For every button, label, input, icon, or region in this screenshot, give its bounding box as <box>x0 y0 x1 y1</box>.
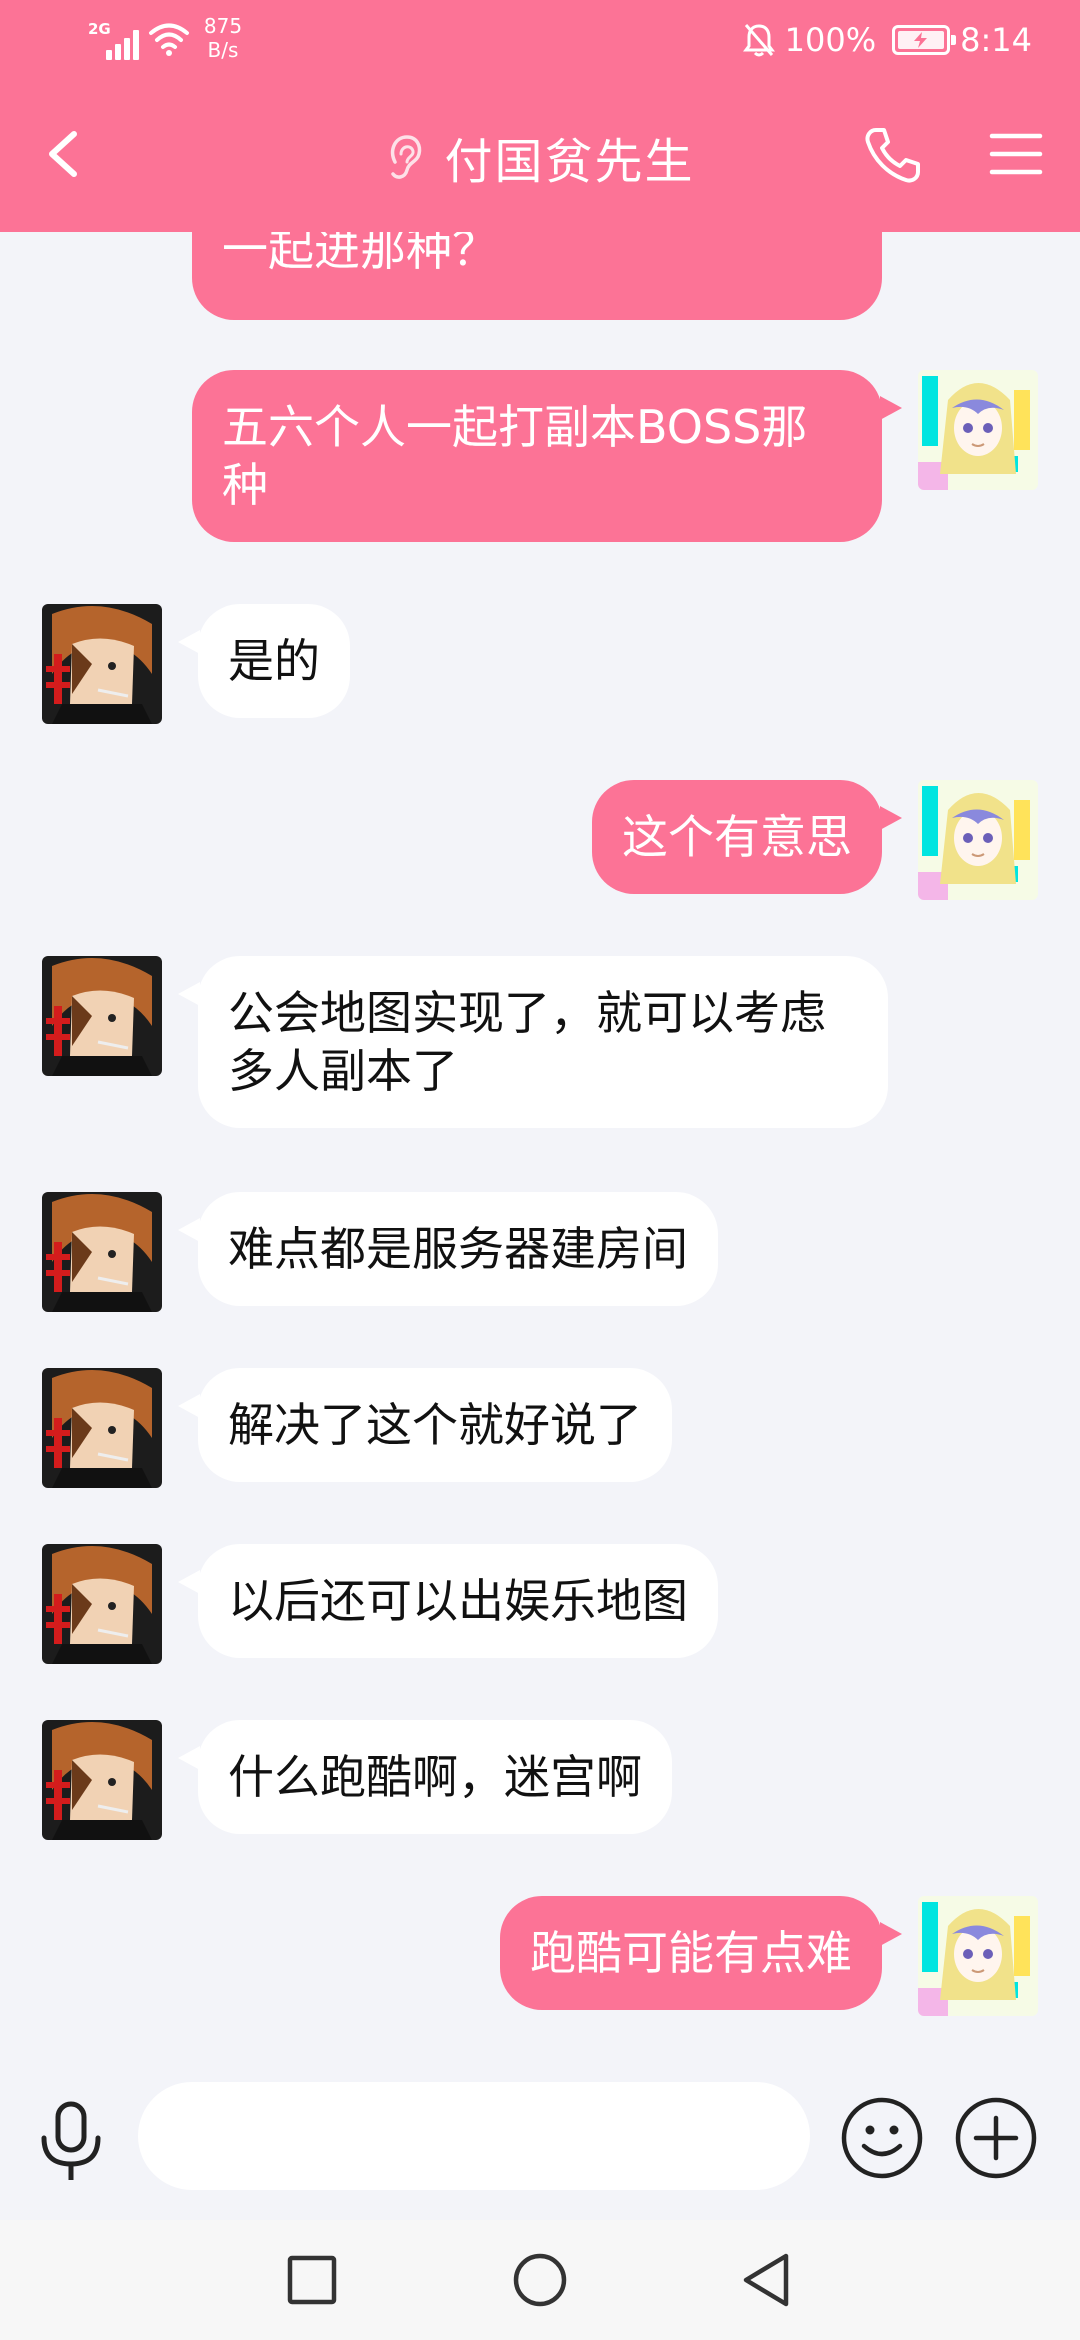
avatar[interactable] <box>42 1544 162 1664</box>
message-bubble[interactable]: 跑酷可能有点难 <box>500 1896 882 2010</box>
menu-icon[interactable] <box>988 126 1044 182</box>
status-bar: 2G 875 B/s 100% 8:14 <box>0 0 1080 80</box>
message-bubble[interactable]: 以后还可以出娱乐地图 <box>198 1544 718 1658</box>
network-speed: 875 B/s <box>198 14 248 62</box>
message-input[interactable] <box>138 2082 810 2190</box>
message-bubble[interactable]: 公会地图实现了，就可以考虑多人副本了 <box>198 956 888 1128</box>
status-right: 100% 8:14 <box>742 16 1032 64</box>
message-text: 难点都是服务器建房间 <box>228 1222 688 1276</box>
emoji-icon[interactable] <box>840 2096 924 2180</box>
speed-unit: B/s <box>207 38 239 62</box>
message-bubble[interactable]: 难点都是服务器建房间 <box>198 1192 718 1306</box>
message-item: 是的 <box>0 604 1080 724</box>
clock: 8:14 <box>960 21 1032 59</box>
avatar[interactable] <box>42 604 162 724</box>
message-bubble[interactable]: 一起进那种？ <box>192 232 882 320</box>
avatar[interactable] <box>42 956 162 1076</box>
phone-icon[interactable] <box>862 124 924 186</box>
message-item: 一起进那种？ <box>0 232 1080 342</box>
network-tag: 2G <box>88 20 111 38</box>
avatar[interactable] <box>42 1368 162 1488</box>
avatar[interactable] <box>918 370 1038 490</box>
avatar[interactable] <box>918 232 1038 246</box>
recents-icon[interactable] <box>282 2250 342 2310</box>
message-text: 什么跑酷啊，迷宫啊 <box>228 1750 642 1804</box>
avatar[interactable] <box>42 1720 162 1840</box>
avatar[interactable] <box>918 1896 1038 2016</box>
mute-icon <box>742 24 775 57</box>
message-text: 跑酷可能有点难 <box>530 1926 852 1980</box>
plus-icon[interactable] <box>954 2096 1038 2180</box>
battery-icon <box>892 25 957 55</box>
back-nav-icon[interactable] <box>738 2250 798 2310</box>
message-text: 五六个人一起打副本BOSS那种 <box>222 400 808 512</box>
signal-icon: 2G <box>88 20 142 60</box>
app-header: 2G 875 B/s 100% 8:14 付国贫先生 <box>0 0 1080 232</box>
system-nav-bar <box>0 2220 1080 2340</box>
message-text: 以后还可以出娱乐地图 <box>228 1574 688 1628</box>
avatar[interactable] <box>918 780 1038 900</box>
title-bar: 付国贫先生 <box>0 80 1080 232</box>
message-bubble[interactable]: 这个有意思 <box>592 780 882 894</box>
message-item: 解决了这个就好说了 <box>0 1368 1080 1488</box>
message-text: 是的 <box>228 634 320 688</box>
speed-value: 875 <box>203 14 243 38</box>
wifi-icon <box>149 23 189 56</box>
home-icon[interactable] <box>510 2250 570 2310</box>
message-bubble[interactable]: 什么跑酷啊，迷宫啊 <box>198 1720 672 1834</box>
message-bubble[interactable]: 解决了这个就好说了 <box>198 1368 672 1482</box>
input-bar <box>0 2052 1080 2220</box>
message-text: 这个有意思 <box>622 810 852 864</box>
message-item: 五六个人一起打副本BOSS那种 <box>0 370 1080 550</box>
message-item: 难点都是服务器建房间 <box>0 1192 1080 1312</box>
message-item: 什么跑酷啊，迷宫啊 <box>0 1720 1080 1840</box>
message-text: 公会地图实现了，就可以考虑多人副本了 <box>228 986 826 1098</box>
message-item: 跑酷可能有点难 <box>0 1896 1080 2016</box>
battery-percent: 100% <box>784 21 877 59</box>
message-bubble[interactable]: 是的 <box>198 604 350 718</box>
message-text: 解决了这个就好说了 <box>228 1398 642 1452</box>
ear-icon <box>391 135 422 179</box>
avatar[interactable] <box>42 1192 162 1312</box>
message-item: 这个有意思 <box>0 780 1080 900</box>
message-item: 以后还可以出娱乐地图 <box>0 1544 1080 1664</box>
message-list[interactable]: 一起进那种？ 五六个人一起打副本BOSS那种 是的 这个有意思 公会地图实现了，… <box>0 232 1080 2052</box>
message-bubble[interactable]: 五六个人一起打副本BOSS那种 <box>192 370 882 542</box>
message-item: 公会地图实现了，就可以考虑多人副本了 <box>0 956 1080 1136</box>
mic-icon[interactable] <box>36 2100 106 2184</box>
contact-name: 付国贫先生 <box>444 134 695 190</box>
message-text: 一起进那种？ <box>222 232 498 276</box>
